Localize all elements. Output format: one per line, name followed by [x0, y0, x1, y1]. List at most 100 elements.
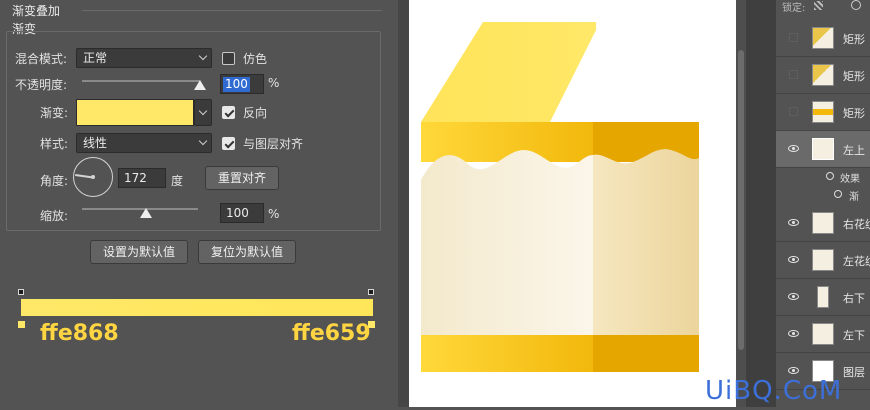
right-stop-hex: ffe659: [292, 321, 371, 346]
effects-visibility-icon[interactable]: [826, 172, 834, 180]
visibility-eye-icon[interactable]: [788, 219, 799, 226]
opacity-slider-thumb[interactable]: [194, 80, 206, 90]
style-value: 线性: [83, 136, 108, 150]
lock-position-icon[interactable]: [851, 0, 861, 10]
gradient-overlay-effect-row[interactable]: 渐: [776, 186, 870, 204]
document-canvas[interactable]: [409, 0, 736, 407]
angle-unit: 度: [171, 174, 184, 188]
dither-checkbox[interactable]: [222, 52, 235, 65]
visibility-eye-icon[interactable]: [788, 256, 799, 263]
blend-mode-label: 混合模式:: [15, 52, 68, 66]
make-default-button[interactable]: 设置为默认值: [90, 240, 188, 264]
side-bottom-band: [593, 335, 699, 372]
layers-panel: 锁定: 矩形矩形矩形左上效果渐右花纹左花纹右下左下图层: [776, 0, 870, 407]
visibility-eye-icon[interactable]: [788, 293, 799, 300]
left-stop-hex: ffe868: [40, 321, 119, 346]
layers-panel-edge: [746, 0, 776, 407]
layer-name: 矩形: [843, 70, 865, 83]
layer-row[interactable]: 矩形: [776, 20, 870, 57]
reset-alignment-button[interactable]: 重置对齐: [205, 166, 279, 190]
angle-center-dot: [91, 175, 95, 179]
scale-input[interactable]: 100: [220, 203, 264, 223]
opacity-stop-right[interactable]: [368, 289, 374, 295]
blend-mode-select[interactable]: 正常: [76, 48, 212, 68]
layer-style-panel: 渐变叠加 渐变 混合模式: 正常 仿色 不透明度: 100 % 渐变: 反向 样…: [0, 0, 398, 407]
layer-thumbnail: [812, 101, 834, 123]
layer-row[interactable]: 矩形: [776, 94, 870, 131]
chevron-down-icon: [198, 136, 208, 146]
angle-input[interactable]: 172: [118, 168, 166, 188]
layer-thumbnail: [812, 212, 834, 234]
layer-row[interactable]: 左下: [776, 316, 870, 353]
layer-name: 矩形: [843, 33, 865, 46]
layer-thumbnail: [812, 249, 834, 271]
front-bottom-band: [421, 335, 593, 372]
layer-row[interactable]: 左上: [776, 131, 870, 168]
layer-row[interactable]: 左花纹: [776, 242, 870, 279]
visibility-eye-icon[interactable]: [788, 330, 799, 337]
chevron-down-icon: [198, 51, 208, 61]
visibility-off-icon[interactable]: [789, 70, 798, 79]
align-layer-label: 与图层对齐: [243, 137, 304, 151]
lock-label: 锁定:: [782, 3, 806, 14]
layer-name: 左上: [843, 144, 865, 157]
effect-name: 渐: [849, 192, 859, 203]
canvas-scroll-thumb[interactable]: [738, 50, 744, 350]
chevron-down-icon: [198, 106, 208, 116]
layer-name: 左花纹: [843, 255, 870, 268]
align-layer-checkbox[interactable]: [222, 137, 235, 150]
opacity-input[interactable]: 100: [220, 74, 264, 94]
scale-slider-thumb[interactable]: [139, 208, 152, 218]
color-stop-left[interactable]: [18, 321, 25, 328]
blend-mode-value: 正常: [83, 51, 108, 65]
layer-name: 图层: [843, 366, 865, 379]
layer-row[interactable]: 右下: [776, 279, 870, 316]
dither-label: 仿色: [243, 52, 268, 66]
angle-dial[interactable]: [73, 157, 113, 197]
layer-name: 左下: [843, 329, 865, 342]
reset-default-button[interactable]: 复位为默认值: [198, 240, 296, 264]
angle-label: 角度:: [40, 174, 69, 188]
opacity-label: 不透明度:: [15, 78, 68, 92]
style-select[interactable]: 线性: [76, 133, 212, 153]
reverse-checkbox[interactable]: [222, 106, 235, 119]
box-lid: [421, 22, 596, 122]
opacity-value: 100: [223, 77, 250, 92]
box-illustration: [421, 22, 699, 372]
layer-row[interactable]: 右花纹: [776, 205, 870, 242]
layer-thumbnail: [812, 323, 834, 345]
gradient-picker-button[interactable]: [194, 99, 212, 126]
effects-label: 效果: [840, 174, 860, 185]
visibility-off-icon[interactable]: [789, 107, 798, 116]
layer-name: 右下: [843, 292, 865, 305]
gradient-swatch[interactable]: [76, 99, 194, 126]
opacity-slider-track[interactable]: [82, 80, 200, 82]
visibility-off-icon[interactable]: [789, 33, 798, 42]
section-title: 渐变叠加: [12, 4, 61, 18]
layer-thumbnail: [812, 138, 834, 160]
reverse-label: 反向: [243, 106, 268, 120]
gradient-preview-bar: [21, 299, 373, 316]
section-divider: [82, 10, 382, 11]
scale-label: 缩放:: [40, 209, 69, 223]
layer-row[interactable]: 矩形: [776, 57, 870, 94]
style-label: 样式:: [40, 137, 69, 151]
canvas-gutter: [398, 0, 409, 407]
scale-unit: %: [268, 207, 280, 221]
gradient-label: 渐变:: [40, 106, 69, 120]
side-cream-panel: [593, 149, 699, 335]
visibility-eye-icon[interactable]: [788, 145, 799, 152]
effect-visibility-icon[interactable]: [834, 190, 842, 198]
layer-thumbnail: [812, 27, 834, 49]
visibility-eye-icon[interactable]: [788, 367, 799, 374]
lock-transparency-icon[interactable]: [814, 1, 823, 10]
opacity-unit: %: [268, 76, 280, 90]
layer-effects-row[interactable]: 效果: [776, 168, 870, 186]
front-cream-panel: [421, 150, 593, 335]
watermark-text: UiBQ.CoM: [705, 376, 843, 406]
opacity-stop-left[interactable]: [18, 289, 24, 295]
layer-thumbnail: [812, 64, 834, 86]
layer-name: 右花纹: [843, 218, 870, 231]
layer-name: 矩形: [843, 107, 865, 120]
layer-thumbnail: [817, 286, 829, 308]
